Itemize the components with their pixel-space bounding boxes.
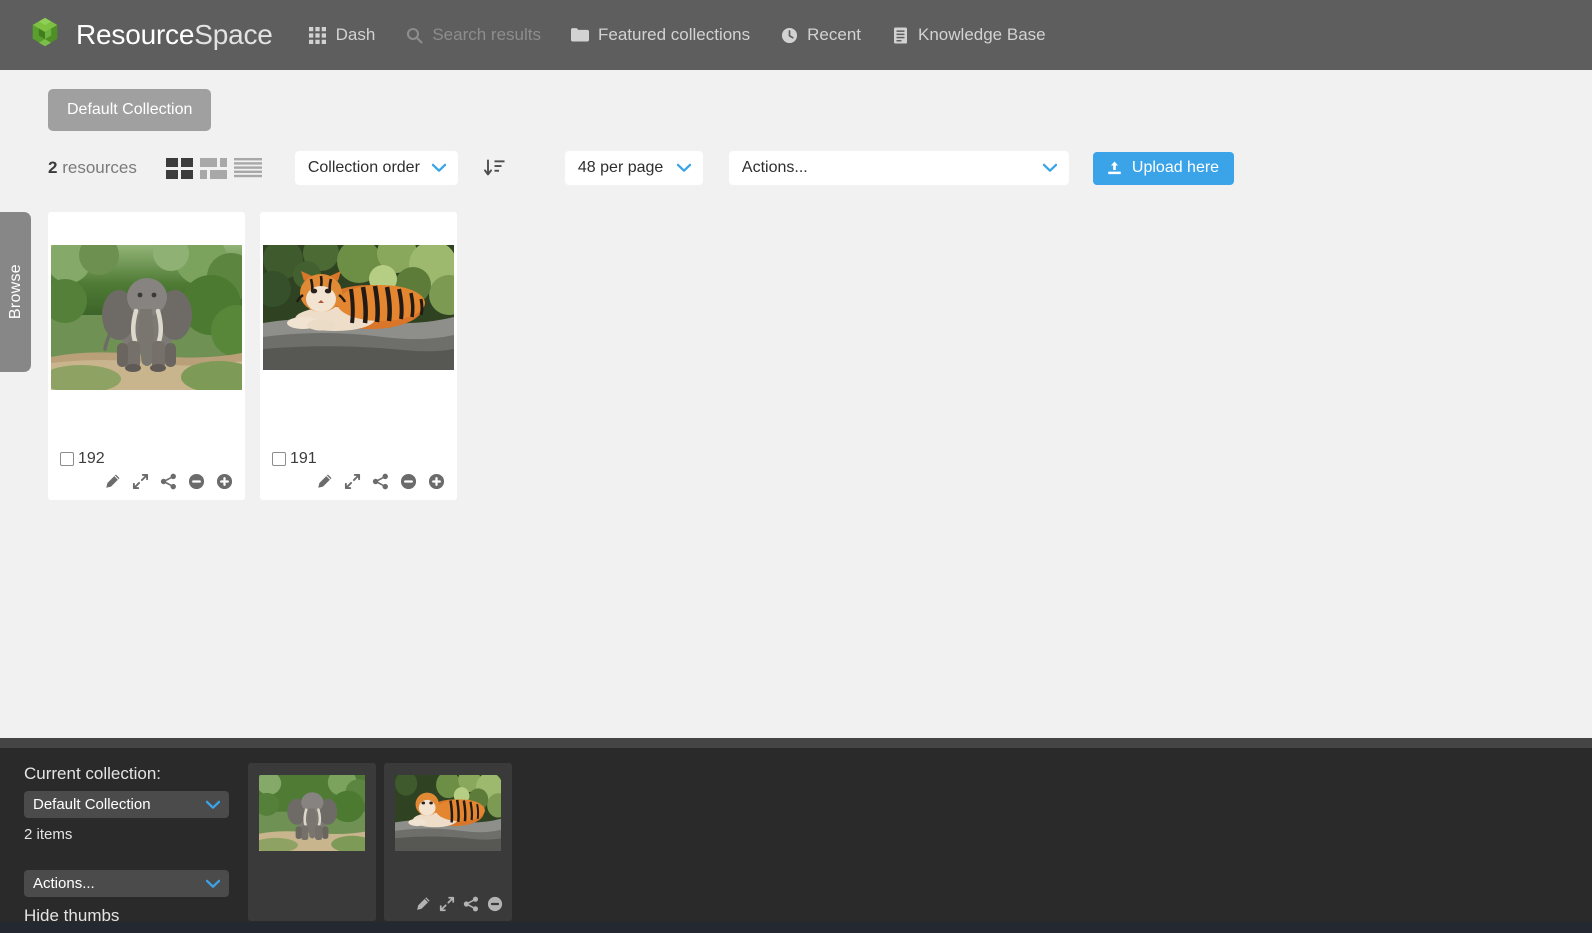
expand-icon[interactable] bbox=[439, 896, 455, 912]
tiger-image bbox=[263, 245, 454, 370]
elephant-image bbox=[51, 245, 242, 390]
grid-apps-icon bbox=[309, 26, 327, 44]
resource-card-footer: 192 bbox=[60, 450, 233, 490]
current-collection-label: Current collection: bbox=[24, 764, 162, 783]
chevron-down-icon bbox=[431, 163, 446, 172]
collection-bar-controls: Current collection: Default Collection 2… bbox=[0, 748, 248, 933]
resource-thumbnail[interactable] bbox=[51, 245, 242, 390]
nav-item-featured-collections[interactable]: Featured collections bbox=[571, 25, 750, 45]
chevron-down-icon bbox=[206, 879, 220, 888]
collection-bar-actions-value: Actions... bbox=[33, 875, 95, 892]
resource-card[interactable]: 192 bbox=[48, 212, 245, 500]
share-icon[interactable] bbox=[463, 896, 479, 912]
nav-item-recent-label: Recent bbox=[807, 25, 862, 44]
browse-sidebar-tab[interactable]: Browse bbox=[0, 212, 31, 372]
collection-thumb-image[interactable] bbox=[248, 775, 376, 851]
current-collection-select[interactable]: Default Collection bbox=[24, 791, 229, 818]
nav-item-featured-collections-label: Featured collections bbox=[598, 25, 751, 44]
current-collection-value: Default Collection bbox=[33, 796, 151, 813]
add-to-collection-icon[interactable] bbox=[428, 473, 445, 490]
collection-bar: Current collection: Default Collection 2… bbox=[0, 738, 1592, 933]
collection-items-count: 2 items bbox=[24, 826, 73, 843]
chevron-down-icon bbox=[1042, 163, 1057, 172]
collection-order-select[interactable]: Collection order bbox=[294, 151, 458, 185]
results-toolbar: 2 resources Collection order 48 per page… bbox=[48, 148, 1592, 188]
collection-thumb[interactable] bbox=[384, 763, 512, 921]
elephant-thumb-image bbox=[259, 775, 365, 851]
resource-card-actions bbox=[60, 473, 233, 490]
per-page-value: 48 per page bbox=[577, 159, 664, 176]
resource-id-label: 192 bbox=[78, 450, 105, 467]
resource-select-checkbox[interactable] bbox=[60, 452, 74, 466]
remove-from-collection-icon[interactable] bbox=[487, 896, 503, 912]
main-content: Default Collection 2 resources Collectio… bbox=[0, 70, 1592, 500]
search-icon bbox=[405, 26, 423, 44]
expand-icon[interactable] bbox=[344, 473, 361, 490]
remove-from-collection-icon[interactable] bbox=[188, 473, 205, 490]
nav-item-dash-label: Dash bbox=[335, 25, 376, 44]
actions-select[interactable]: Actions... bbox=[728, 151, 1069, 185]
app-header: ResourceSpace Dash Search results Featur… bbox=[0, 0, 1592, 70]
resource-card-actions bbox=[272, 473, 445, 490]
nav-item-recent[interactable]: Recent bbox=[780, 25, 861, 45]
collection-bar-actions-select[interactable]: Actions... bbox=[24, 870, 229, 897]
resource-thumbnail[interactable] bbox=[263, 245, 454, 370]
resourcespace-cube-logo-icon bbox=[26, 16, 76, 54]
resource-id-row: 191 bbox=[272, 450, 445, 468]
collection-tab[interactable]: Default Collection bbox=[48, 89, 212, 131]
chevron-down-icon bbox=[206, 800, 220, 809]
clock-icon bbox=[780, 26, 798, 44]
brand-title: ResourceSpace bbox=[76, 19, 273, 51]
nav-item-search-results-label: Search results bbox=[432, 25, 541, 44]
resource-card-footer: 191 bbox=[272, 450, 445, 490]
resource-id-label: 191 bbox=[290, 450, 317, 467]
collection-thumb-image[interactable] bbox=[384, 775, 512, 851]
collection-thumb[interactable] bbox=[248, 763, 376, 921]
remove-from-collection-icon[interactable] bbox=[400, 473, 417, 490]
collection-order-value: Collection order bbox=[307, 159, 420, 176]
nav-item-knowledge-base-label: Knowledge Base bbox=[918, 25, 1046, 44]
nav-item-search-results[interactable]: Search results bbox=[405, 25, 541, 45]
large-grid-view-icon[interactable] bbox=[165, 155, 195, 181]
resource-id-row: 192 bbox=[60, 450, 233, 468]
view-mode-toggles bbox=[165, 155, 263, 181]
add-to-collection-icon[interactable] bbox=[216, 473, 233, 490]
list-view-icon[interactable] bbox=[233, 155, 263, 181]
brand-title-light: Space bbox=[194, 19, 273, 50]
resource-card[interactable]: 191 bbox=[260, 212, 457, 500]
expand-icon[interactable] bbox=[132, 473, 149, 490]
resource-grid: 192 191 bbox=[48, 212, 1592, 500]
main-nav: Dash Search results Featured collections bbox=[309, 25, 1076, 45]
tiger-thumb-image bbox=[395, 775, 501, 851]
upload-here-button[interactable]: Upload here bbox=[1092, 151, 1235, 185]
per-page-select[interactable]: 48 per page bbox=[564, 151, 703, 185]
resource-count: 2 resources bbox=[48, 158, 137, 178]
share-icon[interactable] bbox=[160, 473, 177, 490]
chevron-down-icon bbox=[676, 163, 691, 172]
window-bottom-strip bbox=[0, 922, 1592, 933]
edit-icon[interactable] bbox=[415, 896, 431, 912]
browse-sidebar-tab-label: Browse bbox=[6, 264, 24, 320]
upload-here-label: Upload here bbox=[1131, 159, 1220, 176]
sort-descending-icon[interactable] bbox=[483, 157, 506, 179]
upload-icon bbox=[1108, 161, 1121, 174]
actions-select-value: Actions... bbox=[741, 159, 808, 176]
nav-item-knowledge-base[interactable]: Knowledge Base bbox=[891, 25, 1046, 45]
resource-count-number: 2 bbox=[48, 158, 58, 177]
share-icon[interactable] bbox=[372, 473, 389, 490]
nav-item-dash[interactable]: Dash bbox=[309, 25, 376, 45]
collection-bar-thumbnails bbox=[248, 748, 512, 933]
edit-icon[interactable] bbox=[316, 473, 333, 490]
resource-count-label: resources bbox=[62, 158, 137, 177]
collection-thumb-actions bbox=[415, 896, 503, 912]
brand-logo-link[interactable]: ResourceSpace bbox=[26, 16, 273, 54]
brand-title-strong: Resource bbox=[76, 19, 195, 50]
edit-icon[interactable] bbox=[104, 473, 121, 490]
book-icon bbox=[891, 26, 909, 44]
folder-icon bbox=[571, 26, 589, 44]
small-grid-view-icon[interactable] bbox=[199, 155, 229, 181]
resource-select-checkbox[interactable] bbox=[272, 452, 286, 466]
